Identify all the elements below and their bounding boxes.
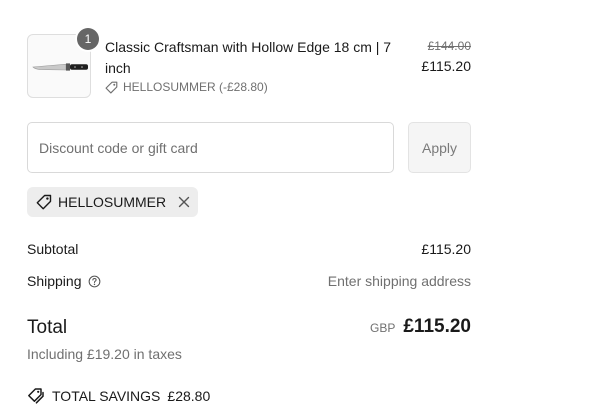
help-icon[interactable] (88, 275, 101, 288)
tags-icon (28, 388, 44, 404)
taxes-note: Including £19.20 in taxes (27, 346, 182, 362)
original-price: £144.00 (427, 39, 471, 53)
shipping-label-group: Shipping (27, 273, 101, 289)
total-savings: TOTAL SAVINGS £28.80 (27, 387, 210, 405)
product-name: Classic Craftsman with Hollow Edge 18 cm… (105, 39, 392, 76)
shipping-label: Shipping (27, 273, 82, 289)
currency-code: GBP (370, 321, 396, 335)
subtotal-value: £115.20 (421, 241, 471, 257)
applied-discount-code: HELLOSUMMER (58, 194, 167, 210)
shipping-value: Enter shipping address (327, 273, 471, 289)
total-amount: GBP £115.20 (370, 316, 471, 338)
quantity-badge: 1 (77, 28, 99, 50)
product-discount: HELLOSUMMER (-£28.80) (105, 80, 268, 94)
subtotal-label: Subtotal (27, 241, 79, 257)
apply-button[interactable]: Apply (408, 122, 471, 173)
savings-value: £28.80 (167, 388, 211, 404)
tag-icon (105, 81, 118, 94)
discounted-price: £115.20 (421, 58, 471, 74)
savings-label: TOTAL SAVINGS (52, 388, 161, 404)
total-value: £115.20 (403, 316, 471, 337)
applied-discount-chip: HELLOSUMMER (27, 187, 199, 217)
product-discount-text: HELLOSUMMER (-£28.80) (123, 80, 268, 94)
tag-icon (36, 194, 52, 210)
chef-knife-image (32, 63, 88, 71)
total-label: Total (27, 317, 68, 338)
close-icon (178, 196, 190, 208)
remove-discount-button[interactable] (178, 196, 190, 208)
line-item: 1 Classic Craftsman with Hollow Edge 18 … (27, 28, 471, 98)
product-thumbnail: 1 (27, 28, 99, 98)
discount-code-input[interactable] (27, 122, 394, 173)
